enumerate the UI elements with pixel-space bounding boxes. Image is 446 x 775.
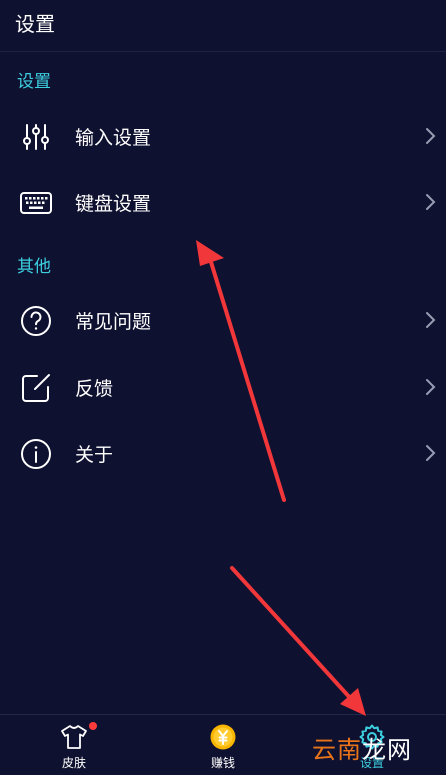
chevron-right-icon [424, 444, 436, 462]
info-circle-icon [19, 437, 53, 471]
feedback-label: 反馈 [75, 378, 114, 400]
faq-row[interactable]: 常见问题 [0, 289, 446, 351]
app-header: 设置 [0, 0, 446, 52]
section-title-other: 其他 [17, 257, 51, 277]
question-circle-icon [19, 304, 53, 338]
watermark: 云南龙网 [312, 730, 412, 765]
keyboard-settings-row[interactable]: 键盘设置 [0, 171, 446, 233]
keyboard-settings-label: 键盘设置 [75, 193, 152, 215]
chevron-right-icon [424, 193, 436, 211]
edit-square-icon [19, 371, 53, 405]
watermark-text-part1: 云南 [312, 736, 362, 764]
notification-badge [89, 722, 97, 730]
watermark-text-part2: 龙网 [362, 736, 412, 764]
section-title-settings: 设置 [17, 72, 51, 92]
keyboard-icon [19, 186, 53, 220]
about-label: 关于 [75, 444, 114, 466]
faq-label: 常见问题 [75, 311, 152, 333]
sliders-icon [19, 120, 53, 154]
tab-earn-label: 赚钱 [210, 756, 235, 770]
tab-skin-label: 皮肤 [61, 756, 86, 770]
chevron-right-icon [424, 127, 436, 145]
input-settings-row[interactable]: 输入设置 [0, 105, 446, 167]
chevron-right-icon [424, 378, 436, 396]
feedback-row[interactable]: 反馈 [0, 356, 446, 418]
tab-skin[interactable]: 皮肤 [0, 715, 148, 775]
tshirt-icon [60, 723, 88, 751]
yen-coin-icon [209, 723, 237, 751]
tab-earn[interactable]: 赚钱 [149, 715, 297, 775]
chevron-right-icon [424, 311, 436, 329]
page-title: 设置 [15, 12, 55, 36]
input-settings-label: 输入设置 [75, 127, 152, 149]
annotation-arrow-down [230, 566, 366, 716]
about-row[interactable]: 关于 [0, 422, 446, 484]
